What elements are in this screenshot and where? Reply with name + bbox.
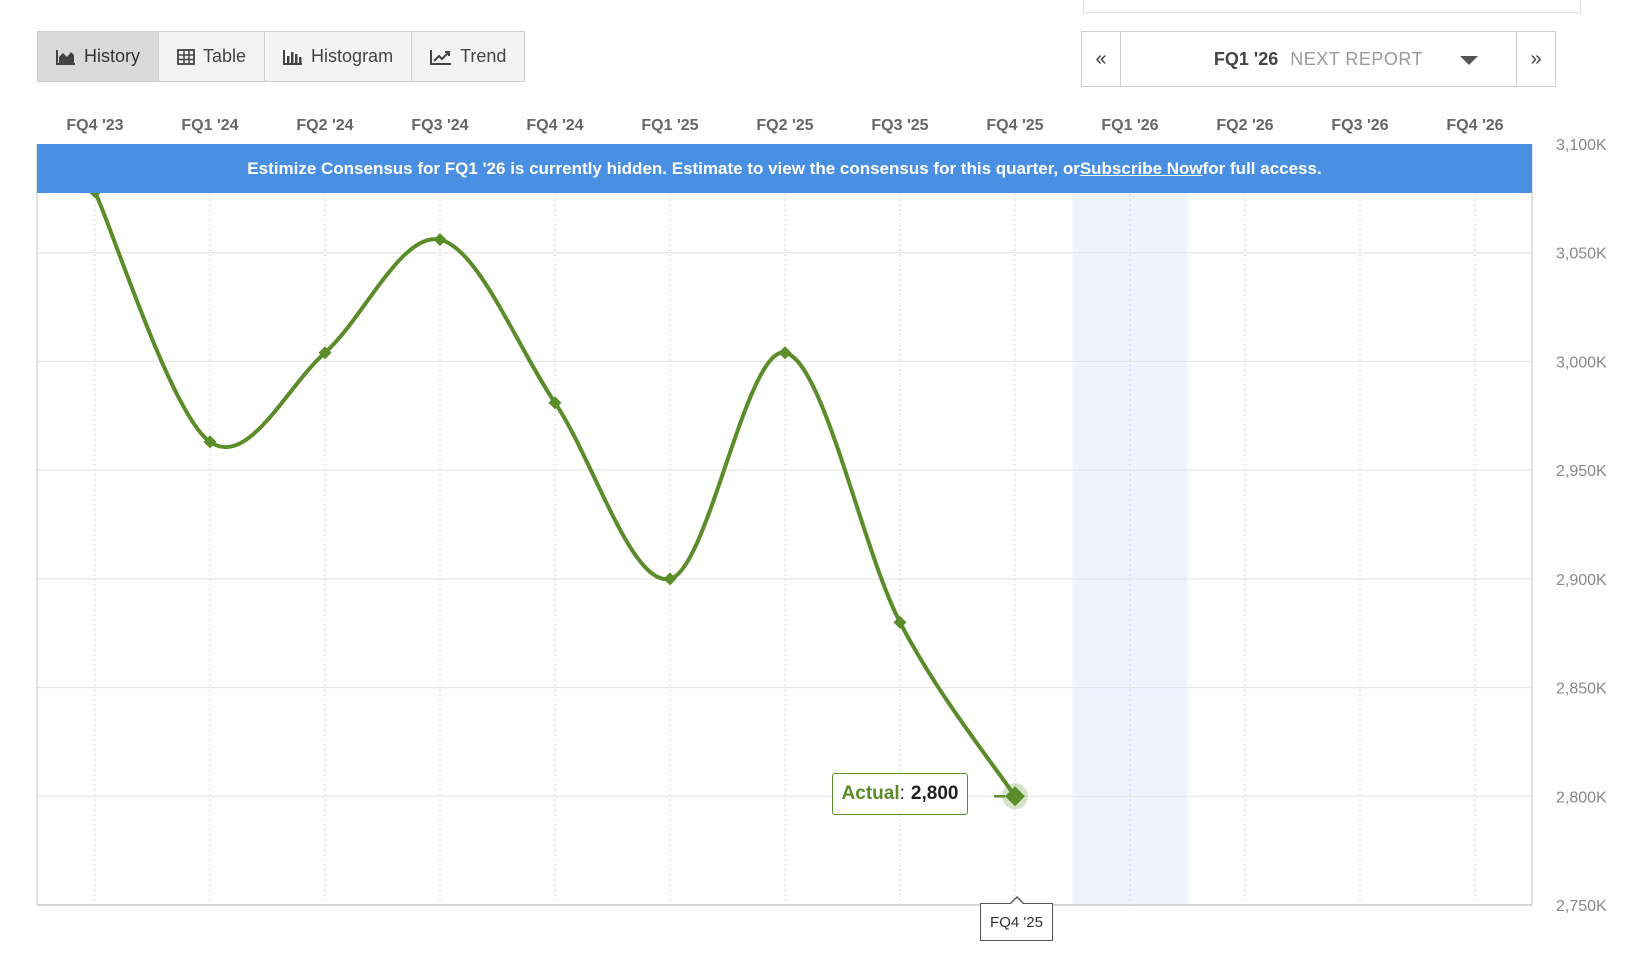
data-point: [433, 233, 447, 247]
consensus-hidden-banner: Estimize Consensus for FQ1 '26 is curren…: [37, 144, 1532, 193]
actual-colon: :: [899, 783, 905, 804]
actual-value: 2,800: [910, 783, 959, 804]
actual-key: Actual: [841, 783, 900, 804]
x-tick-label: FQ2 '25: [756, 117, 813, 134]
x-tick-label: FQ2 '26: [1216, 117, 1273, 134]
y-tick-label: 2,850K: [1556, 681, 1607, 698]
banner-text-after: for full access.: [1202, 158, 1322, 178]
x-tick-label: FQ1 '25: [641, 117, 698, 134]
x-tick-label: FQ3 '26: [1331, 117, 1388, 134]
data-point: [778, 346, 792, 360]
subscribe-now-link[interactable]: Subscribe Now: [1080, 159, 1203, 179]
x-axis-tooltip: FQ4 '25: [980, 896, 1053, 941]
y-tick-label: 3,050K: [1556, 246, 1607, 263]
x-tick-label: FQ3 '25: [871, 117, 928, 134]
actual-value-label: Actual: 2,800: [832, 773, 968, 815]
x-tick-label: FQ2 '24: [296, 117, 353, 134]
x-axis-tooltip-label: FQ4 '25: [990, 913, 1043, 931]
x-tick-label: FQ4 '24: [526, 117, 583, 134]
x-tick-label: FQ1 '24: [181, 117, 238, 134]
y-tick-label: 2,950K: [1556, 463, 1607, 480]
x-tick-label: FQ3 '24: [411, 117, 468, 134]
y-tick-label: 3,100K: [1556, 137, 1607, 154]
y-tick-label: 3,000K: [1556, 354, 1607, 371]
data-point: [663, 572, 677, 586]
banner-text: Estimize Consensus for FQ1 '26 is curren…: [247, 158, 1080, 178]
y-tick-label: 2,800K: [1556, 789, 1607, 806]
x-tick-label: FQ4 '26: [1446, 117, 1503, 134]
y-tick-label: 2,750K: [1556, 898, 1607, 915]
y-tick-label: 2,900K: [1556, 572, 1607, 589]
x-tick-label: FQ4 '25: [986, 117, 1043, 134]
x-tick-label: FQ1 '26: [1101, 117, 1158, 134]
x-tick-label: FQ4 '23: [66, 117, 123, 134]
